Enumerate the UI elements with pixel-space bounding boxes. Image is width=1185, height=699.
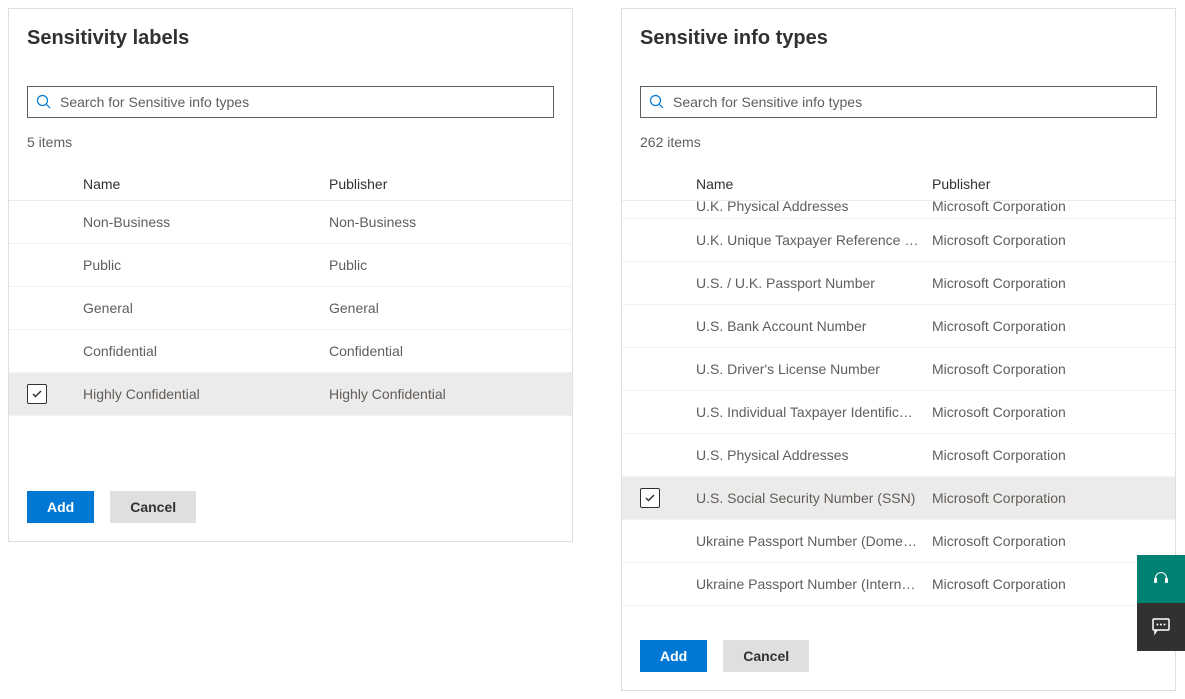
row-name: U.S. Bank Account Number <box>696 318 932 334</box>
search-input[interactable] <box>673 94 1148 110</box>
page-title: Sensitive info types <box>640 27 1157 50</box>
row-name: U.S. Physical Addresses <box>696 447 932 463</box>
panel-header: Sensitive info types <box>622 9 1175 134</box>
table-row[interactable]: U.K. Unique Taxpayer Reference NumberMic… <box>622 219 1175 262</box>
cancel-button[interactable]: Cancel <box>110 491 196 523</box>
table-header: Name Publisher <box>9 168 572 201</box>
row-name: Public <box>83 257 329 273</box>
table-row[interactable]: U.K. Physical AddressesMicrosoft Corpora… <box>622 201 1175 219</box>
table-row[interactable]: GeneralGeneral <box>9 287 572 330</box>
table-row[interactable]: Ukraine Passport Number (Domestic)Micros… <box>622 520 1175 563</box>
cancel-button[interactable]: Cancel <box>723 640 809 672</box>
column-publisher[interactable]: Publisher <box>329 176 554 192</box>
search-icon <box>36 94 52 110</box>
feedback-widget[interactable] <box>1137 603 1185 651</box>
headset-icon <box>1151 568 1171 591</box>
table-row[interactable]: U.S. / U.K. Passport NumberMicrosoft Cor… <box>622 262 1175 305</box>
row-publisher: Microsoft Corporation <box>932 576 1157 592</box>
sensitive-info-types-panel: Sensitive info types 262 items Name Publ… <box>621 8 1176 691</box>
side-widgets <box>1137 555 1185 651</box>
row-publisher: Highly Confidential <box>329 386 554 402</box>
row-name: Highly Confidential <box>83 386 329 402</box>
table-row[interactable]: Non-BusinessNon-Business <box>9 201 572 244</box>
table-row[interactable]: ConfidentialConfidential <box>9 330 572 373</box>
column-name[interactable]: Name <box>83 176 329 192</box>
search-box[interactable] <box>27 86 554 118</box>
search-input[interactable] <box>60 94 545 110</box>
row-name: U.S. Social Security Number (SSN) <box>696 490 932 506</box>
panel-footer: Add Cancel <box>622 622 1175 690</box>
row-name: Confidential <box>83 343 329 359</box>
panel-footer: Add Cancel <box>9 473 572 541</box>
row-publisher: Microsoft Corporation <box>932 490 1157 506</box>
table-row[interactable]: PublicPublic <box>9 244 572 287</box>
column-checkbox <box>640 176 696 192</box>
row-name: U.S. Driver's License Number <box>696 361 932 377</box>
table-body: Non-BusinessNon-BusinessPublicPublicGene… <box>9 201 572 416</box>
item-count: 262 items <box>622 134 1175 150</box>
row-publisher: Public <box>329 257 554 273</box>
row-name: U.S. / U.K. Passport Number <box>696 275 932 291</box>
row-publisher: Confidential <box>329 343 554 359</box>
row-publisher: Microsoft Corporation <box>932 201 1157 214</box>
add-button[interactable]: Add <box>640 640 707 672</box>
table-row[interactable]: Ukraine Passport Number (International)M… <box>622 563 1175 606</box>
row-name: Non-Business <box>83 214 329 230</box>
search-box[interactable] <box>640 86 1157 118</box>
column-checkbox <box>27 176 83 192</box>
row-publisher: Microsoft Corporation <box>932 404 1157 420</box>
sensitivity-labels-panel: Sensitivity labels 5 items Name Publishe… <box>8 8 573 542</box>
row-publisher: Microsoft Corporation <box>932 447 1157 463</box>
help-widget[interactable] <box>1137 555 1185 603</box>
row-name: U.K. Physical Addresses <box>696 201 932 214</box>
row-name: Ukraine Passport Number (Domestic) <box>696 533 932 549</box>
row-publisher: Microsoft Corporation <box>932 232 1157 248</box>
row-publisher: General <box>329 300 554 316</box>
item-count: 5 items <box>9 134 572 150</box>
column-publisher[interactable]: Publisher <box>932 176 1157 192</box>
row-name: U.K. Unique Taxpayer Reference Number <box>696 232 932 248</box>
row-checkbox-cell[interactable] <box>27 384 83 404</box>
table-row[interactable]: U.S. Bank Account NumberMicrosoft Corpor… <box>622 305 1175 348</box>
row-name: General <box>83 300 329 316</box>
row-name: Ukraine Passport Number (International) <box>696 576 932 592</box>
column-name[interactable]: Name <box>696 176 932 192</box>
checkbox-icon[interactable] <box>27 384 47 404</box>
table-row[interactable]: U.S. Physical AddressesMicrosoft Corpora… <box>622 434 1175 477</box>
table-row[interactable]: U.S. Individual Taxpayer Identification … <box>622 391 1175 434</box>
add-button[interactable]: Add <box>27 491 94 523</box>
row-name: U.S. Individual Taxpayer Identification … <box>696 404 932 420</box>
search-icon <box>649 94 665 110</box>
table: Name Publisher U.K. Physical AddressesMi… <box>622 168 1175 622</box>
table-row[interactable]: Highly ConfidentialHighly Confidential <box>9 373 572 416</box>
row-checkbox-cell[interactable] <box>640 488 696 508</box>
table-header: Name Publisher <box>622 168 1175 201</box>
table-row[interactable]: U.S. Social Security Number (SSN)Microso… <box>622 477 1175 520</box>
feedback-icon <box>1151 616 1171 639</box>
table-body[interactable]: U.K. Physical AddressesMicrosoft Corpora… <box>622 201 1175 609</box>
checkbox-icon[interactable] <box>640 488 660 508</box>
table: Name Publisher Non-BusinessNon-BusinessP… <box>9 168 572 473</box>
row-publisher: Microsoft Corporation <box>932 361 1157 377</box>
panel-header: Sensitivity labels <box>9 9 572 134</box>
row-publisher: Microsoft Corporation <box>932 318 1157 334</box>
row-publisher: Non-Business <box>329 214 554 230</box>
page-title: Sensitivity labels <box>27 27 554 50</box>
row-publisher: Microsoft Corporation <box>932 275 1157 291</box>
table-row[interactable]: U.S. Driver's License NumberMicrosoft Co… <box>622 348 1175 391</box>
row-publisher: Microsoft Corporation <box>932 533 1157 549</box>
